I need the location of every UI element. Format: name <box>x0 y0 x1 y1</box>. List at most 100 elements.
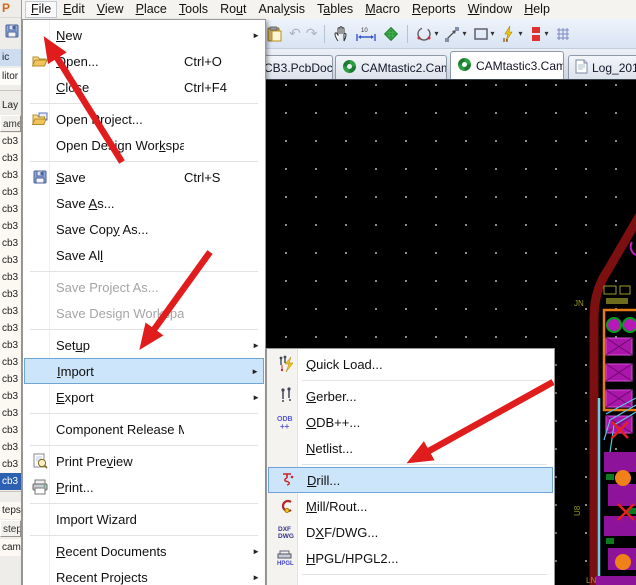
menu-item-drill[interactable]: Drill... <box>268 467 553 493</box>
layer-row[interactable]: cb3 <box>0 218 21 235</box>
menu-item-odb[interactable]: ODB++ODB++... <box>268 409 553 435</box>
layer-row[interactable]: cb3 <box>0 252 21 269</box>
menu-item-save-as[interactable]: Save As... <box>24 190 264 216</box>
menubar-item-window[interactable]: Window <box>462 1 518 18</box>
steps-section-label[interactable]: teps <box>0 502 21 519</box>
menu-item-dxf-dwg[interactable]: DXFDWGDXF/DWG... <box>268 519 553 545</box>
menu-item-print-preview[interactable]: Print Preview <box>24 448 264 474</box>
menubar-item-tools[interactable]: Tools <box>173 1 214 18</box>
menu-item-open-project[interactable]: Open Project... <box>24 106 264 132</box>
redo-tool-icon[interactable]: ↷ <box>306 24 318 44</box>
menubar-item-macro[interactable]: Macro <box>359 1 406 18</box>
tab-log-201[interactable]: Log_201 <box>568 55 636 79</box>
menu-item-mill-rout[interactable]: Mill/Rout... <box>268 493 553 519</box>
layer-row[interactable]: cb3 <box>0 388 21 405</box>
menu-item-label: Open Design Workspace... <box>56 138 184 153</box>
menu-item-import-wizard[interactable]: Import Wizard <box>24 506 264 532</box>
menubar-item-reports[interactable]: Reports <box>406 1 462 18</box>
dropdown-caret-icon[interactable]: ▾ <box>491 29 495 38</box>
layer-row[interactable]: cb3 <box>0 133 21 150</box>
dropdown-caret-icon[interactable]: ▾ <box>434 29 438 38</box>
layer-row[interactable]: cb3 <box>0 473 21 490</box>
pads-tool-icon[interactable]: ▾ <box>528 24 549 44</box>
menubar-item-edit[interactable]: Edit <box>57 1 91 18</box>
menu-item-import[interactable]: Import► <box>24 358 264 384</box>
menu-item-open-design-workspace[interactable]: Open Design Workspace... <box>24 132 264 158</box>
dropdown-caret-icon[interactable]: ▾ <box>462 29 466 38</box>
layer-row[interactable]: cb3 <box>0 184 21 201</box>
layer-row[interactable]: cb3 <box>0 422 21 439</box>
menu-item-label: Import <box>57 364 183 379</box>
menu-item-gerber[interactable]: Gerber... <box>268 383 553 409</box>
save-icon[interactable] <box>0 23 21 43</box>
menu-item-setup[interactable]: Setup► <box>24 332 264 358</box>
tab-label: CB3.PcbDoc <box>264 61 333 75</box>
submenu-arrow-icon: ► <box>246 341 260 350</box>
panel-toolbar-button[interactable]: P <box>0 0 21 18</box>
layer-row[interactable]: cb3 <box>0 439 21 456</box>
dropdown-caret-icon[interactable]: ▾ <box>519 29 523 38</box>
layer-row[interactable]: cb3 <box>0 456 21 473</box>
paste-tool-icon[interactable] <box>266 24 284 44</box>
tab-camtastic2-cam[interactable]: CAMtastic2.Cam* <box>335 55 447 79</box>
layer-row[interactable]: cb3 <box>0 371 21 388</box>
menu-item-netlist[interactable]: Netlist... <box>268 435 553 461</box>
layer-row[interactable]: cb3 <box>0 201 21 218</box>
tab-camtastic3-cam[interactable]: CAMtastic3.Cam* <box>450 51 564 79</box>
grid-tool-icon[interactable] <box>554 24 572 44</box>
menu-item-close[interactable]: CloseCtrl+F4 <box>24 74 264 100</box>
menubar-item-help[interactable]: Help <box>518 1 556 18</box>
pan-tool-icon[interactable] <box>332 24 350 44</box>
layer-row[interactable]: cb3 <box>0 235 21 252</box>
menu-item-print[interactable]: Print... <box>24 474 264 500</box>
measure-tool-icon[interactable]: 10 <box>355 24 377 44</box>
toolbar-separator <box>324 25 325 43</box>
panel-tab-editor[interactable]: litor <box>0 68 21 85</box>
menu-item-quick-load[interactable]: Quick Load... <box>268 351 553 377</box>
svg-text:JN: JN <box>574 299 584 308</box>
layer-row[interactable]: cb3 <box>0 269 21 286</box>
step-header[interactable]: step <box>0 520 21 537</box>
layer-row[interactable]: cb3 <box>0 320 21 337</box>
menu-item-label: Quick Load... <box>306 357 473 372</box>
menu-item-label: Close <box>56 80 184 95</box>
menu-item-save-project-as[interactable]: Save Project As... <box>24 274 264 300</box>
layer-row[interactable]: cb3 <box>0 337 21 354</box>
menu-item-save-design-workspace-as[interactable]: Save Design Workspace As... <box>24 300 264 326</box>
menu-item-export[interactable]: Export► <box>24 384 264 410</box>
layer-row[interactable]: cb3 <box>0 405 21 422</box>
dropdown-caret-icon[interactable]: ▾ <box>545 29 549 38</box>
menubar-item-rout[interactable]: Rout <box>214 1 252 18</box>
menu-item-open[interactable]: Open...Ctrl+O <box>24 48 264 74</box>
flash-tool-icon[interactable]: ▾ <box>500 24 523 44</box>
arc-tool-icon[interactable]: ▾ <box>415 24 438 44</box>
rect-tool-icon[interactable]: ▾ <box>472 24 495 44</box>
layer-row[interactable]: cb3 <box>0 286 21 303</box>
layer-row[interactable]: cb3 <box>0 303 21 320</box>
menubar-item-analysis[interactable]: Analysis <box>252 1 311 18</box>
menu-item-component-release-manager[interactable]: Component Release Manager... <box>24 416 264 442</box>
menu-item-label: Save Project As... <box>56 280 184 295</box>
menu-item-hpgl-hpgl2[interactable]: HPGLHPGL/HPGL2... <box>268 545 553 571</box>
menubar-item-place[interactable]: Place <box>130 1 173 18</box>
folder-icon <box>24 53 56 69</box>
menu-item-save[interactable]: SaveCtrl+S <box>24 164 264 190</box>
step-row-cam[interactable]: cam <box>0 539 21 556</box>
menu-item-save-copy-as[interactable]: Save Copy As... <box>24 216 264 242</box>
panel-tab-camtastic[interactable]: ic <box>0 49 21 66</box>
node-tool-icon[interactable]: ▾ <box>443 24 466 44</box>
menubar-item-view[interactable]: View <box>91 1 130 18</box>
layer-row[interactable]: cb3 <box>0 167 21 184</box>
polygon-tool-icon[interactable] <box>382 24 400 44</box>
menu-item-recent-projects[interactable]: Recent Projects► <box>24 564 264 585</box>
undo-tool-icon[interactable]: ↶ <box>289 24 301 44</box>
layer-row[interactable]: cb3 <box>0 354 21 371</box>
layers-name-header[interactable]: ame <box>0 115 21 132</box>
menubar-item-file[interactable]: File <box>25 1 57 18</box>
menu-item-save-all[interactable]: Save All <box>24 242 264 268</box>
menu-shortcut: Ctrl+S <box>184 170 246 185</box>
menubar-item-tables[interactable]: Tables <box>311 1 359 18</box>
layer-row[interactable]: cb3 <box>0 150 21 167</box>
menu-item-recent-documents[interactable]: Recent Documents► <box>24 538 264 564</box>
menu-item-new[interactable]: New► <box>24 22 264 48</box>
